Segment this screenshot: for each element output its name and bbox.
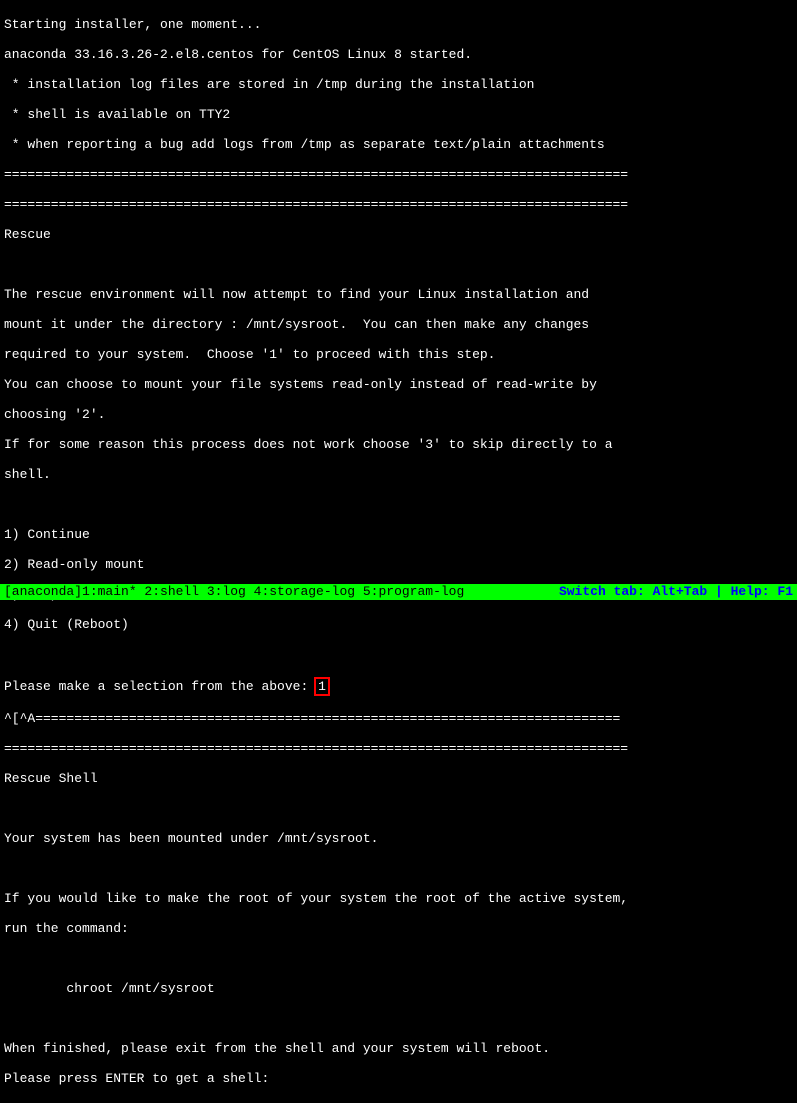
output-line: The rescue environment will now attempt … xyxy=(4,287,793,302)
status-tabs[interactable]: [anaconda]1:main* 2:shell 3:log 4:storag… xyxy=(4,584,464,600)
output-line: required to your system. Choose '1' to p… xyxy=(4,347,793,362)
output-line: You can choose to mount your file system… xyxy=(4,377,793,392)
output-line: * shell is available on TTY2 xyxy=(4,107,793,122)
menu-option-2: 2) Read-only mount xyxy=(4,557,793,572)
section-title: Rescue Shell xyxy=(4,771,793,786)
output-line xyxy=(4,861,793,876)
output-line: Your system has been mounted under /mnt/… xyxy=(4,831,793,846)
output-line: run the command: xyxy=(4,921,793,936)
status-help: Switch tab: Alt+Tab | Help: F1 xyxy=(559,584,793,600)
output-line xyxy=(4,951,793,966)
command-line: chroot /mnt/sysroot xyxy=(4,981,793,996)
user-input-highlight: 1 xyxy=(314,677,330,696)
prompt-text: Please make a selection from the above: xyxy=(4,679,316,694)
output-line: If for some reason this process does not… xyxy=(4,437,793,452)
shell-prompt[interactable]: Please press ENTER to get a shell: xyxy=(4,1071,793,1086)
menu-option-4: 4) Quit (Reboot) xyxy=(4,617,793,632)
separator-line: ========================================… xyxy=(4,197,793,212)
output-line: shell. xyxy=(4,467,793,482)
output-line xyxy=(4,257,793,272)
terminal-output: Starting installer, one moment... anacon… xyxy=(0,0,797,1103)
output-line: choosing '2'. xyxy=(4,407,793,422)
section-title: Rescue xyxy=(4,227,793,242)
output-line xyxy=(4,647,793,662)
menu-option-1: 1) Continue xyxy=(4,527,793,542)
output-line: * when reporting a bug add logs from /tm… xyxy=(4,137,793,152)
output-line: When finished, please exit from the shel… xyxy=(4,1041,793,1056)
output-line: * installation log files are stored in /… xyxy=(4,77,793,92)
output-line: Starting installer, one moment... xyxy=(4,17,793,32)
output-line: mount it under the directory : /mnt/sysr… xyxy=(4,317,793,332)
separator-line: ========================================… xyxy=(4,167,793,182)
separator-line: ========================================… xyxy=(4,741,793,756)
output-line: ^[^A====================================… xyxy=(4,711,793,726)
output-line: If you would like to make the root of yo… xyxy=(4,891,793,906)
selection-prompt[interactable]: Please make a selection from the above: … xyxy=(4,677,793,696)
output-line: anaconda 33.16.3.26-2.el8.centos for Cen… xyxy=(4,47,793,62)
output-line xyxy=(4,497,793,512)
output-line xyxy=(4,1011,793,1026)
output-line xyxy=(4,801,793,816)
status-bar: [anaconda]1:main* 2:shell 3:log 4:storag… xyxy=(0,584,797,600)
